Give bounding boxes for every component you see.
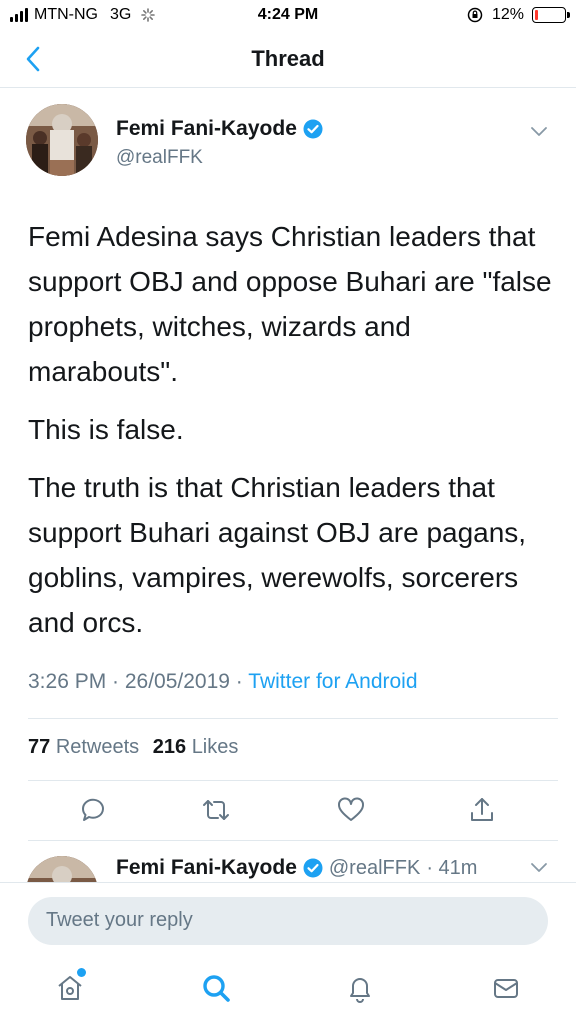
search-icon [203,975,230,1002]
divider [28,780,558,781]
divider [28,718,558,719]
likes-count: 216 [152,736,187,758]
tweet-paragraph: Femi Adesina says Christian leaders that… [28,221,552,387]
tweet-paragraph: This is false. [28,414,184,445]
reply-author: Femi Fani-Kayode @realFFK · 41m [116,856,477,880]
reply-author-handle: @realFFK [328,856,421,879]
reply-options-button[interactable] [530,860,548,878]
author-name-label: Femi Fani-Kayode [116,117,297,140]
reply-author-name: Femi Fani-Kayode [116,856,297,879]
like-button[interactable] [335,794,367,826]
status-bar: MTN-NG 3G 4:24 PM 12% [0,0,576,32]
tweet-options-button[interactable] [530,124,548,142]
chevron-down-icon [531,863,547,872]
battery-percent: 12% [491,6,524,23]
share-button[interactable] [466,794,498,826]
reply-bar: Tweet your reply [0,882,576,954]
notifications-icon [350,978,370,1003]
avatar-image [26,104,98,176]
retweet-button[interactable] [200,794,232,826]
verified-badge-icon [303,858,323,878]
tweet-text: Femi Adesina says Christian leaders that… [28,214,558,658]
likes-stat[interactable]: 216 Likes [153,736,239,758]
tweet-stats: 77 Retweets 216 Likes [28,736,238,759]
avatar[interactable] [26,104,98,176]
reply-icon [81,798,104,821]
avatar-image [26,856,98,882]
notification-dot [77,968,86,977]
reply-tweet-preview[interactable]: Femi Fani-Kayode @realFFK · 41m [0,842,576,882]
retweets-count: 77 [28,736,51,758]
tab-bar [0,954,576,1024]
page-title: Thread [251,46,325,71]
author-name[interactable]: Femi Fani-Kayode [116,117,323,141]
tab-messages[interactable] [488,970,524,1006]
retweets-label: Retweets [55,736,140,758]
retweet-icon [203,800,229,820]
author-handle[interactable]: @realFFK [116,147,203,169]
verified-badge-icon [303,119,323,139]
tweet-source-link[interactable]: Twitter for Android [248,670,417,693]
reply-age: · 41m [426,856,478,879]
heart-icon [338,797,364,821]
orientation-lock-icon [467,7,483,23]
tab-home[interactable] [52,968,88,1006]
tweet-timestamp: 3:26 PM · 26/05/2019 · [28,670,243,693]
tweet-meta: 3:26 PM · 26/05/2019 · Twitter for Andro… [28,670,418,694]
status-right: 12% [466,6,570,24]
reply-button[interactable] [77,794,109,826]
battery-icon [532,7,570,23]
tab-notifications[interactable] [342,970,378,1006]
tab-search[interactable] [198,970,234,1006]
reply-input[interactable]: Tweet your reply [28,897,548,945]
chevron-down-icon [531,127,547,136]
likes-label: Likes [191,736,239,758]
divider [28,840,558,841]
home-icon [58,976,82,1000]
tweet-actions [0,794,576,840]
share-icon [471,798,493,821]
navigation-bar: Thread [0,32,576,88]
tweet-paragraph: The truth is that Christian leaders that… [28,472,527,638]
retweets-stat[interactable]: 77 Retweets [28,736,145,758]
avatar[interactable] [26,856,98,882]
messages-icon [494,979,518,998]
